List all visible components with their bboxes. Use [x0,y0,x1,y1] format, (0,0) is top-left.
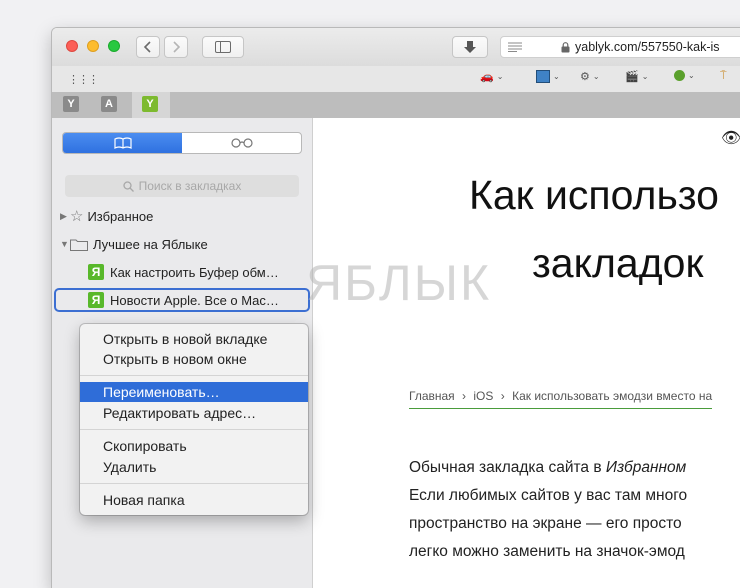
pinned-tabs-bar: Y A Y [52,92,740,119]
palm-icon: ⍑ [720,70,727,82]
pinned-tab-2[interactable]: A [101,96,117,112]
article-title-line2: закладок [532,240,704,286]
book-icon [113,137,132,149]
page-content: 👁 Как использо закладок Главная › iOS › … [313,118,740,588]
favorite-palm[interactable]: ⍑ [720,70,727,83]
breadcrumb-home[interactable]: Главная [409,389,455,403]
folder-icon [70,239,88,251]
menu-separator [80,429,308,430]
url-text: yablyk.com/557550-kak-is [575,40,720,54]
close-window-button[interactable] [66,40,78,52]
glasses-icon [230,138,253,148]
download-arrow-icon [464,41,476,53]
breadcrumb-separator: › [462,389,467,403]
pinned-tab-1[interactable]: Y [63,96,79,112]
toolbar: yablyk.com/557550-kak-is [52,28,740,67]
bookmark-label: Новости Apple. Все о Mac… [110,292,279,308]
para-line: Если любимых сайтов у вас там много [409,487,688,504]
bookmark-item-selected[interactable]: Я Новости Apple. Все о Mac… [52,288,312,312]
sidebar-item-folder[interactable]: ▼ Лучшее на Яблыке [52,232,312,256]
pinned-tab-3[interactable]: Y [142,96,158,112]
favorite-car[interactable]: 🚗 ⌄ [480,70,503,83]
menu-item-rename[interactable]: Переименовать… [80,382,308,402]
search-placeholder: Поиск в закладках [138,179,242,193]
grid-icon[interactable]: ⋮⋮⋮ [68,73,99,86]
sidebar-item-label: Лучшее на Яблыке [93,236,208,252]
article-paragraph: Обычная закладка сайта в Избранном Если … [409,454,687,566]
para-text: Обычная закладка сайта в [409,459,606,476]
reading-list-tab[interactable] [182,133,301,153]
address-bar[interactable]: yablyk.com/557550-kak-is [500,36,740,58]
bookmarks-tab[interactable] [63,133,182,153]
favicon-icon: Я [88,292,104,308]
para-line: легко можно заменить на значок-эмод [409,543,685,560]
minimize-window-button[interactable] [87,40,99,52]
car-icon: 🚗 [480,71,494,83]
breadcrumb-current[interactable]: Как использовать эмодзи вместо на [512,389,712,403]
chevron-down-icon: ⌄ [688,71,695,80]
zoom-window-button[interactable] [108,40,120,52]
sidebar-item-label: Избранное [87,208,154,224]
tab-glyph: A [105,98,113,110]
menu-separator [80,375,308,376]
breadcrumb: Главная › iOS › Как использовать эмодзи … [409,389,713,409]
search-icon [122,180,134,192]
picture-icon [536,70,550,83]
menu-item-edit-address[interactable]: Редактировать адрес… [80,403,308,423]
tab-glyph: Y [146,98,154,110]
para-line: пространство на экране — его просто [409,515,682,532]
eye-icon[interactable]: 👁 [721,128,740,148]
favorites-bar: ⋮⋮⋮ 🚗 ⌄ ⌄ ⚙ ⌄ 🎬 ⌄ ⌄ ⍑ [52,66,740,93]
breadcrumb-separator: › [500,389,505,403]
forward-button[interactable] [164,36,188,58]
menu-item-new-folder[interactable]: Новая папка [80,490,308,510]
favorite-apple[interactable]: ⌄ [674,70,695,81]
chevron-right-icon [173,41,181,53]
sidebar-segmented-control [62,132,302,154]
star-icon: ☆ [70,208,84,225]
article-title-line1: Как использо [469,172,719,218]
watermark: ЯБЛЫК [306,255,492,311]
clapperboard-icon: 🎬 [625,71,639,83]
chevron-left-icon [143,41,151,53]
chevron-down-icon: ⌄ [496,72,504,81]
breadcrumb-section[interactable]: iOS [473,389,493,403]
favorite-image[interactable]: ⌄ [536,70,560,83]
back-button[interactable] [136,36,160,58]
bookmark-label: Как настроить Буфер обм… [110,264,279,280]
apple-icon [674,70,685,81]
reader-icon[interactable] [508,42,522,52]
sidebar-icon [215,41,231,53]
sidebar-toggle-button[interactable] [202,36,244,58]
bookmark-search-input[interactable]: Поиск в закладках [65,175,299,197]
lock-icon [561,42,570,53]
menu-item-delete[interactable]: Удалить [80,457,308,477]
favorite-gear[interactable]: ⚙ ⌄ [580,70,600,83]
disclosure-triangle-icon[interactable]: ▼ [60,239,70,249]
tab-glyph: Y [67,98,75,110]
menu-item-open-new-window[interactable]: Открыть в новом окне [80,349,308,369]
para-italic: Избранном [605,459,687,476]
context-menu: Открыть в новой вкладке Открыть в новом … [80,324,308,515]
bookmark-item[interactable]: Я Как настроить Буфер обм… [52,260,312,284]
gear-icon: ⚙ [580,71,590,83]
favicon-icon: Я [88,264,104,280]
menu-item-copy[interactable]: Скопировать [80,436,308,456]
chevron-down-icon: ⌄ [592,72,600,81]
chevron-down-icon: ⌄ [553,72,560,81]
menu-separator [80,483,308,484]
sidebar-item-favorites[interactable]: ▶ ☆ Избранное [52,204,312,228]
menu-item-open-new-tab[interactable]: Открыть в новой вкладке [80,329,308,349]
chevron-down-icon: ⌄ [641,72,649,81]
downloads-button[interactable] [452,36,488,58]
favorite-film[interactable]: 🎬 ⌄ [625,70,648,83]
disclosure-triangle-icon[interactable]: ▶ [60,211,70,222]
